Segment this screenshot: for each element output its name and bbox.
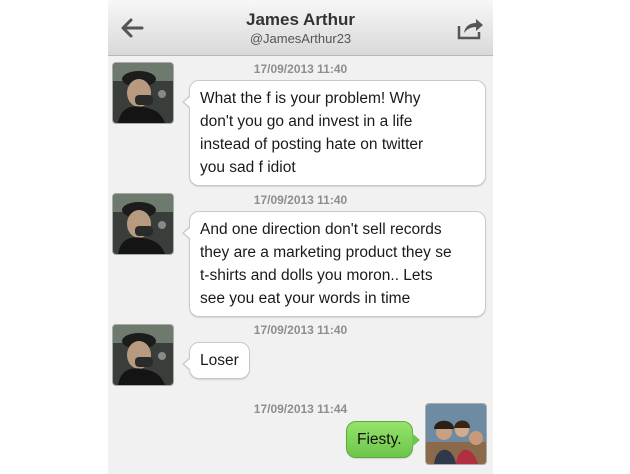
share-button[interactable] bbox=[455, 14, 485, 42]
nav-bar: James Arthur @JamesArthur23 bbox=[108, 0, 493, 56]
conversation-handle: @JamesArthur23 bbox=[249, 31, 352, 46]
message-bubble: What the f is your problem! Why don't yo… bbox=[182, 80, 486, 186]
sender-avatar[interactable] bbox=[112, 193, 174, 255]
message-bubble-outgoing: Fiesty. bbox=[346, 421, 419, 458]
user-avatar[interactable] bbox=[425, 403, 487, 465]
sender-avatar[interactable] bbox=[112, 324, 174, 386]
share-icon bbox=[457, 19, 483, 40]
sender-avatar[interactable] bbox=[112, 62, 174, 124]
conversation-title: James Arthur bbox=[246, 10, 355, 29]
message-bubble: Loser bbox=[182, 342, 250, 379]
message-bubble: And one direction don't sell records the… bbox=[182, 211, 486, 317]
dm-conversation-screen: James Arthur @JamesArthur23 17/09/2013 1… bbox=[108, 0, 493, 474]
